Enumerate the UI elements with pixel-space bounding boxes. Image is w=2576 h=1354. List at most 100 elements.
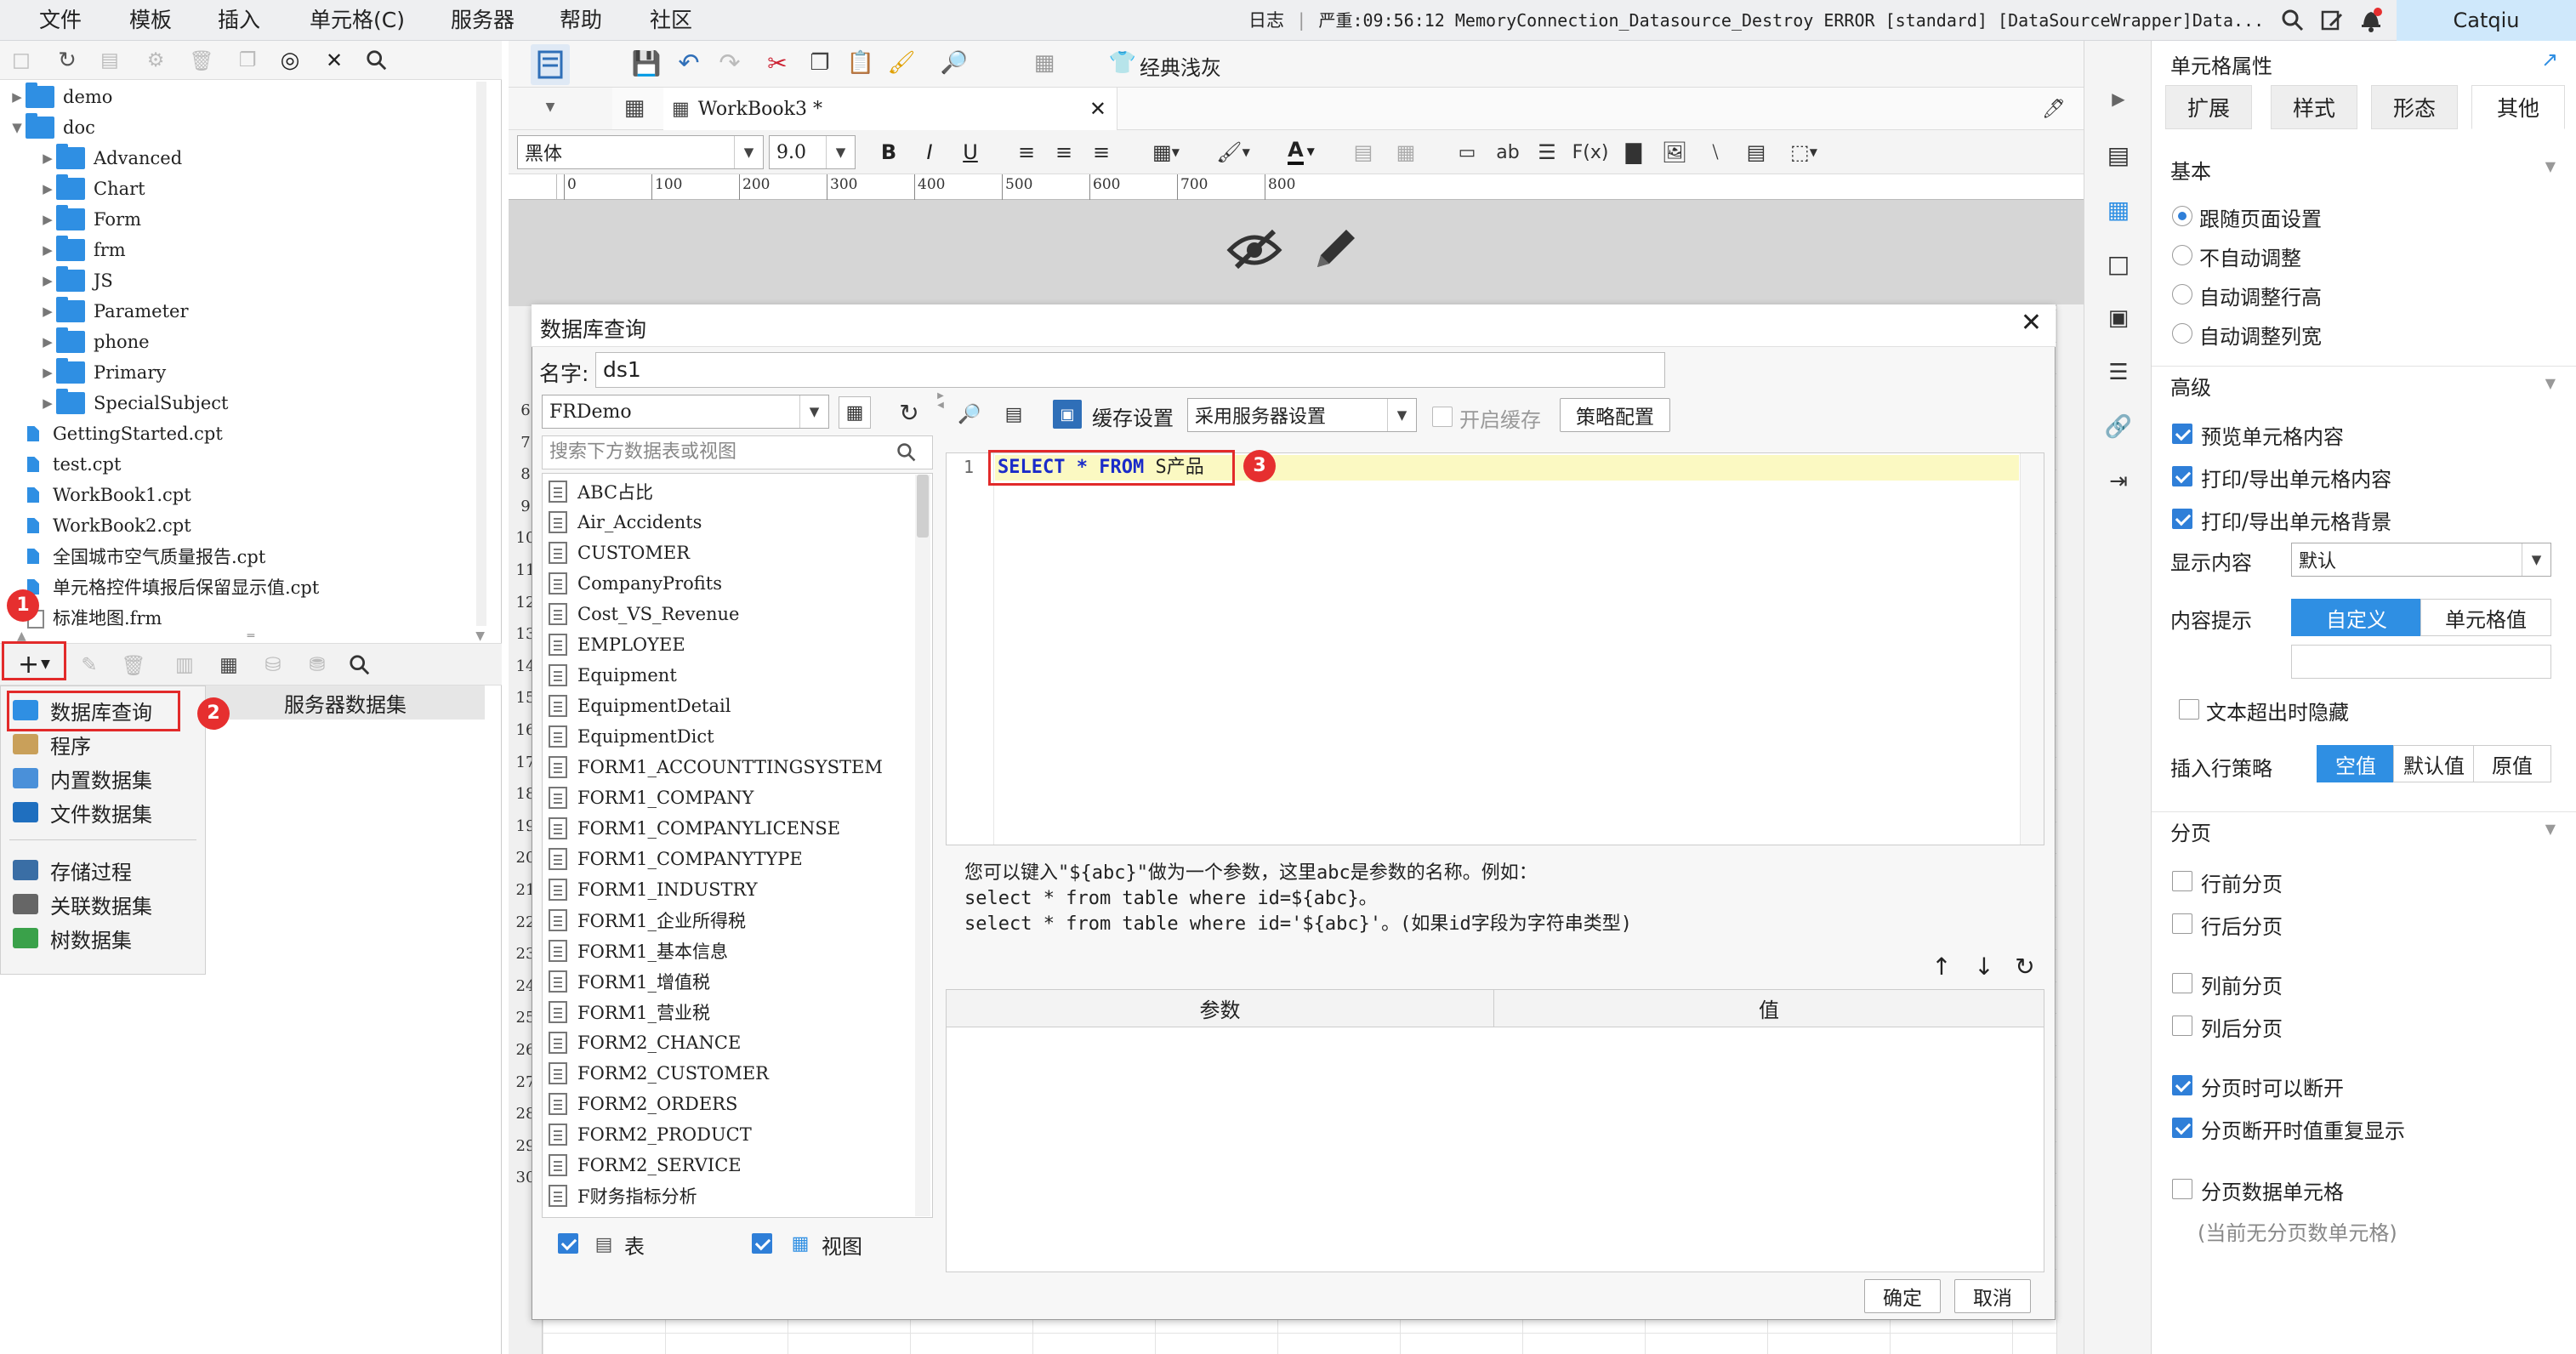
ok-button[interactable]: 确定	[1864, 1279, 1941, 1313]
tree-search-icon[interactable]	[364, 48, 390, 73]
page-checkbox-0[interactable]	[2172, 871, 2192, 891]
preview-icon[interactable]: ▥	[172, 652, 197, 678]
menu-community[interactable]: 社区	[650, 0, 692, 41]
widget-icon[interactable]: ▣	[2103, 303, 2134, 333]
chevron-down-icon[interactable]: ▼	[543, 98, 558, 117]
align-right-icon[interactable]: ≡	[1089, 139, 1114, 166]
db-table-item[interactable]: FORM2_PRODUCT	[549, 1119, 752, 1150]
collapsed-arrow-icon[interactable]: ▶	[39, 304, 56, 319]
tip-custom-option[interactable]: 自定义	[2291, 599, 2422, 636]
edit-note-icon[interactable]	[2318, 7, 2346, 34]
border-icon[interactable]: ▦ ▼	[1145, 139, 1187, 166]
collapsed-arrow-icon[interactable]: ▶	[9, 89, 26, 105]
table-search-icon[interactable]	[893, 439, 920, 466]
paste-icon[interactable]: 📋	[847, 49, 874, 77]
slash-icon[interactable]: ⧵	[1703, 139, 1728, 166]
menu-file[interactable]: 文件	[39, 0, 82, 41]
image-icon[interactable]: 🖼	[1662, 139, 1687, 166]
text-ab-icon[interactable]: ab	[1495, 139, 1521, 166]
tree-item-15[interactable]: 全国城市空气质量报告.cpt	[9, 541, 265, 572]
tree-item-5[interactable]: ▶ frm	[39, 235, 126, 265]
move-down-icon[interactable]: ↓	[1971, 953, 1997, 981]
remove-icon[interactable]: 🗑	[121, 652, 146, 678]
tree-item-11[interactable]: GettingStarted.cpt	[9, 418, 223, 449]
insert-default-option[interactable]: 默认值	[2393, 745, 2475, 782]
formula-icon[interactable]: F(x)	[1572, 139, 1609, 166]
cache-select[interactable]: 采用服务器设置 ▼	[1187, 398, 1417, 432]
tree-item-7[interactable]: ▶ Parameter	[39, 296, 189, 327]
theme-shirt-icon[interactable]: 👕	[1107, 49, 1138, 77]
tree-item-13[interactable]: WorkBook1.cpt	[9, 480, 191, 510]
insert-null-option[interactable]: 空值	[2317, 745, 2395, 782]
cell-attributes-icon[interactable]: ▦	[2103, 194, 2134, 225]
overflow-hide-checkbox[interactable]	[2179, 699, 2199, 720]
refresh-icon[interactable]: ↻	[54, 48, 80, 73]
tree-item-1[interactable]: ▼ doc	[9, 112, 95, 143]
tree-item-0[interactable]: ▶ demo	[9, 82, 112, 112]
tree-item-12[interactable]: test.cpt	[9, 449, 121, 480]
chart-bar-icon[interactable]: ▇	[1621, 139, 1646, 166]
db-table-item[interactable]: FORM1_INDUSTRY	[549, 874, 758, 905]
radio-follow-page[interactable]	[2172, 206, 2192, 226]
sql-editor[interactable]: 1 SELECT * FROM S产品	[946, 452, 2044, 845]
enable-cache-checkbox[interactable]	[1432, 407, 1453, 427]
copy-icon[interactable]: ❐	[806, 49, 833, 77]
copy-icon[interactable]: ❐	[235, 48, 260, 73]
tab-expand[interactable]: 扩展	[2165, 85, 2252, 129]
collapse-arrow-icon[interactable]: ▶	[2103, 83, 2134, 114]
tree-item-4[interactable]: ▶ Form	[39, 204, 141, 235]
locate-icon[interactable]: ◎	[277, 48, 303, 73]
tree-item-10[interactable]: ▶ SpecialSubject	[39, 388, 228, 418]
tree-item-2[interactable]: ▶ Advanced	[39, 143, 182, 174]
preview-search-icon[interactable]: 🔎	[941, 49, 968, 77]
save-icon[interactable]: 💾	[632, 49, 662, 77]
tables-checkbox[interactable]	[558, 1233, 578, 1254]
close-icon[interactable]: ✕	[1089, 97, 1106, 121]
section-pagination[interactable]: 分页 ▼	[2152, 811, 2576, 851]
section-basic[interactable]: 基本 ▼	[2152, 150, 2576, 189]
pin-icon[interactable]: 🖊	[2041, 96, 2067, 122]
collapsed-arrow-icon[interactable]: ▶	[39, 334, 56, 350]
page-checkbox-5[interactable]	[2172, 1118, 2192, 1138]
hyperlink-icon[interactable]: 🔗	[2103, 412, 2134, 442]
db-table-item[interactable]: FORM1_增值税	[549, 966, 710, 997]
undo-icon[interactable]: ↶	[675, 48, 702, 78]
redo-icon[interactable]: ↷	[716, 48, 743, 78]
db-table-item[interactable]: FORM1_COMPANYTYPE	[549, 844, 803, 874]
views-checkbox[interactable]	[752, 1233, 772, 1254]
db-refresh-icon[interactable]: ⛃	[304, 652, 330, 678]
sheet-grid-icon[interactable]: ▦	[621, 94, 648, 122]
db-table-item[interactable]: FORM1_COMPANY	[549, 782, 753, 813]
sheet-vscroll[interactable]	[2056, 304, 2084, 1354]
menu-insert[interactable]: 插入	[218, 0, 260, 41]
table-search-input[interactable]: 搜索下方数据表或视图	[542, 435, 933, 469]
tree-item-6[interactable]: ▶ JS	[39, 265, 113, 296]
db-table-item[interactable]: Cost_VS_Revenue	[549, 599, 740, 629]
user-name[interactable]: Catqiu	[2397, 0, 2576, 41]
section-advanced[interactable]: 高级 ▼	[2152, 366, 2576, 405]
collapsed-arrow-icon[interactable]: ▶	[39, 273, 56, 288]
collapse-icon[interactable]: ✕	[321, 48, 347, 73]
db-table-item[interactable]: CompanyProfits	[549, 568, 722, 599]
tree-item-8[interactable]: ▶ phone	[39, 327, 150, 357]
delete-icon[interactable]: 🗑	[189, 48, 214, 73]
cell-element-icon[interactable]: ▤	[2103, 139, 2134, 170]
db-table-item[interactable]: FORM1_ACCOUNTTINGSYSTEM	[549, 752, 883, 782]
move-up-icon[interactable]: ↑	[1929, 953, 1954, 981]
cut-icon[interactable]: ✂	[764, 49, 791, 77]
tip-custom-input[interactable]	[2291, 645, 2551, 679]
db-table-item[interactable]: Air_Accidents	[549, 507, 702, 538]
merge-icon[interactable]: ▤	[1351, 139, 1376, 166]
db-table-item[interactable]: FORM1_基本信息	[549, 936, 728, 966]
format-painter-icon[interactable]: 🖌	[888, 49, 916, 77]
collapsed-arrow-icon[interactable]: ▶	[39, 151, 56, 166]
db-table-item[interactable]: CUSTOMER	[549, 538, 690, 568]
edit-connection-icon[interactable]: ▦	[839, 396, 871, 429]
condition-icon[interactable]: ☰	[2103, 357, 2134, 388]
sql-template-icon[interactable]: ▤	[1000, 400, 1027, 429]
text-field-icon[interactable]: ▭	[1454, 139, 1480, 166]
settings-icon[interactable]: ⚙	[143, 48, 168, 73]
align-left-icon[interactable]: ≡	[1014, 139, 1039, 166]
font-color-icon[interactable]: A ▼	[1277, 137, 1325, 166]
expanded-arrow-icon[interactable]: ▼	[9, 120, 26, 135]
